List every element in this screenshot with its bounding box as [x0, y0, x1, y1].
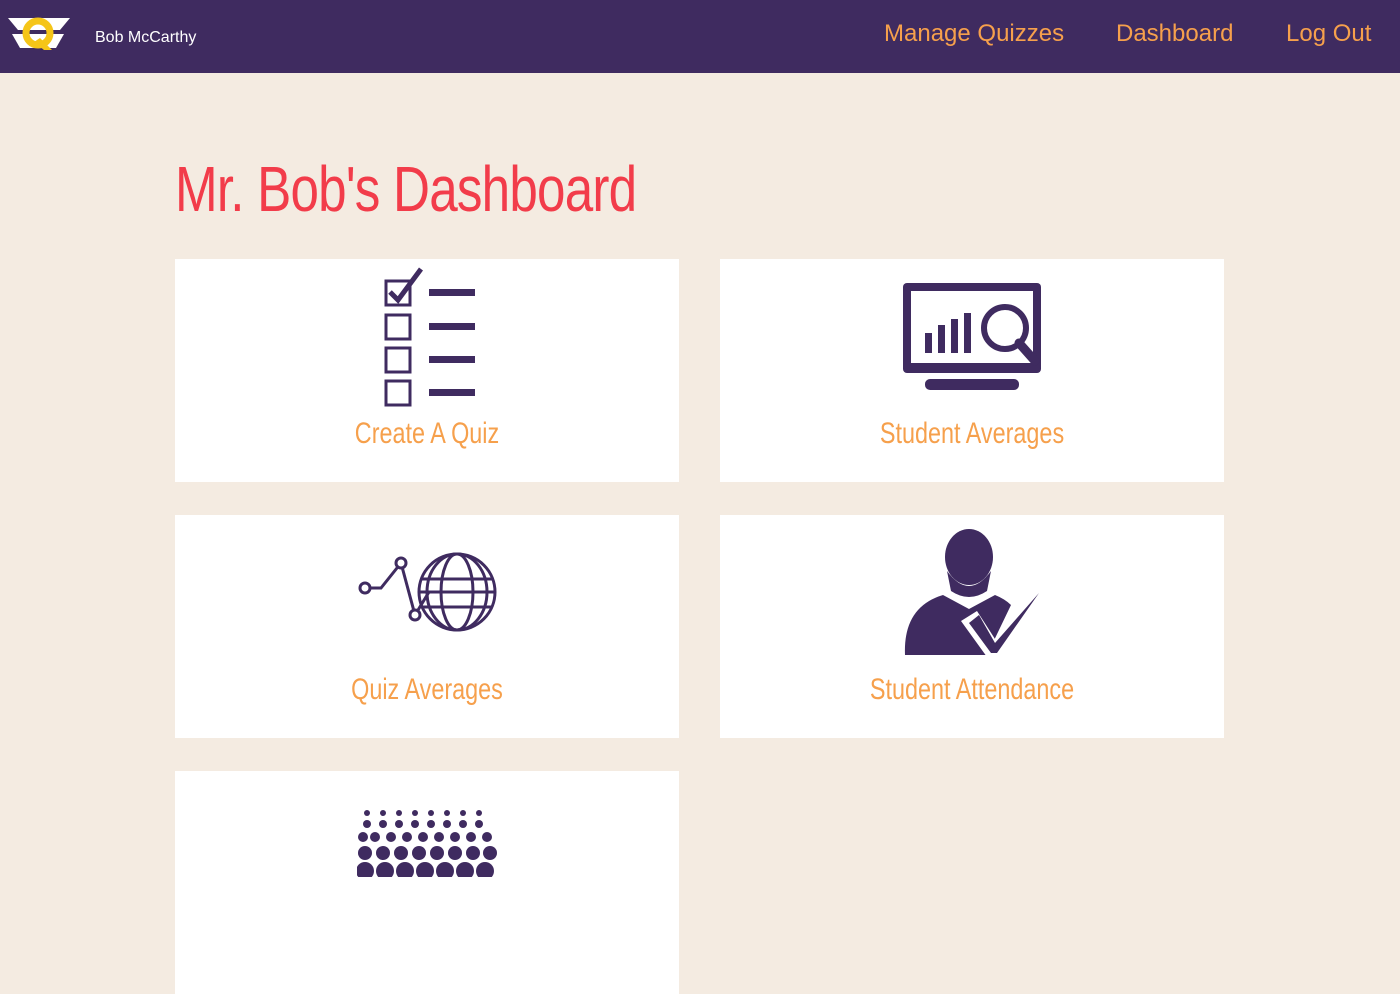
create-quiz-card[interactable]: Create A Quiz: [175, 259, 679, 482]
student-averages-card[interactable]: Student Averages: [720, 259, 1224, 482]
globe-pulse-icon: [358, 552, 497, 632]
nav-dashboard-link[interactable]: Dashboard: [1116, 20, 1233, 48]
user-name: Bob McCarthy: [95, 29, 197, 46]
checklist-icon: [384, 267, 475, 407]
nav-manage-quizzes-link[interactable]: Manage Quizzes: [884, 20, 1064, 48]
quiz-logo-icon[interactable]: [8, 14, 70, 52]
nav-log-out-link[interactable]: Log Out: [1286, 20, 1371, 48]
card-label: Create A Quiz: [354, 417, 500, 450]
student-check-icon: [904, 529, 1041, 657]
page-title: Mr. Bob's Dashboard: [175, 153, 637, 225]
monitor-analytics-icon: [903, 283, 1041, 390]
student-groups-card[interactable]: [175, 771, 679, 994]
card-label: Student Averages: [879, 417, 1065, 450]
student-attendance-card[interactable]: Student Attendance: [720, 515, 1224, 738]
card-label: Quiz Averages: [351, 673, 503, 706]
crowd-dots-icon: [357, 810, 497, 877]
quiz-averages-card[interactable]: Quiz Averages: [175, 515, 679, 738]
top-navbar: Bob McCarthy Manage Quizzes Dashboard Lo…: [0, 0, 1400, 73]
card-label: Student Attendance: [869, 673, 1075, 706]
